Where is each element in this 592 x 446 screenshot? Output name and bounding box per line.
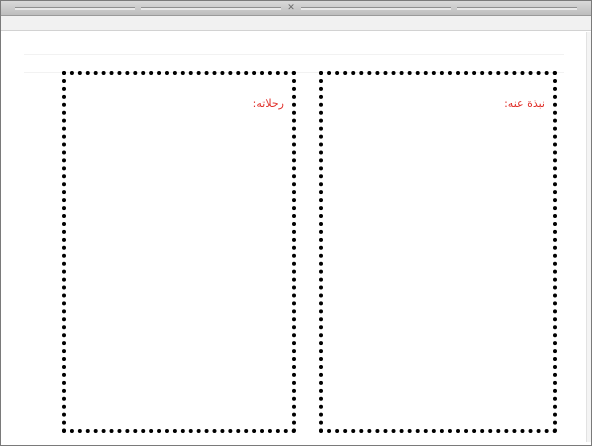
document-window: ✕ رحلاته: نبذة عنه: bbox=[0, 0, 592, 446]
toolbar-track-right bbox=[301, 7, 451, 10]
ruler-bar bbox=[1, 16, 591, 31]
travels-label: رحلاته: bbox=[252, 97, 284, 110]
toolbar-track-left bbox=[15, 7, 135, 10]
bio-label: نبذة عنه: bbox=[504, 97, 545, 110]
toolbar-knot-icon: ✕ bbox=[287, 3, 295, 13]
travels-box[interactable]: رحلاته: bbox=[62, 71, 296, 433]
toolbar-track-mid bbox=[141, 7, 281, 10]
bio-box[interactable]: نبذة عنه: bbox=[319, 71, 557, 433]
faint-line bbox=[24, 54, 564, 55]
scrollbar[interactable] bbox=[586, 32, 591, 442]
toolbar: ✕ bbox=[1, 1, 591, 16]
toolbar-track-end bbox=[457, 7, 577, 10]
